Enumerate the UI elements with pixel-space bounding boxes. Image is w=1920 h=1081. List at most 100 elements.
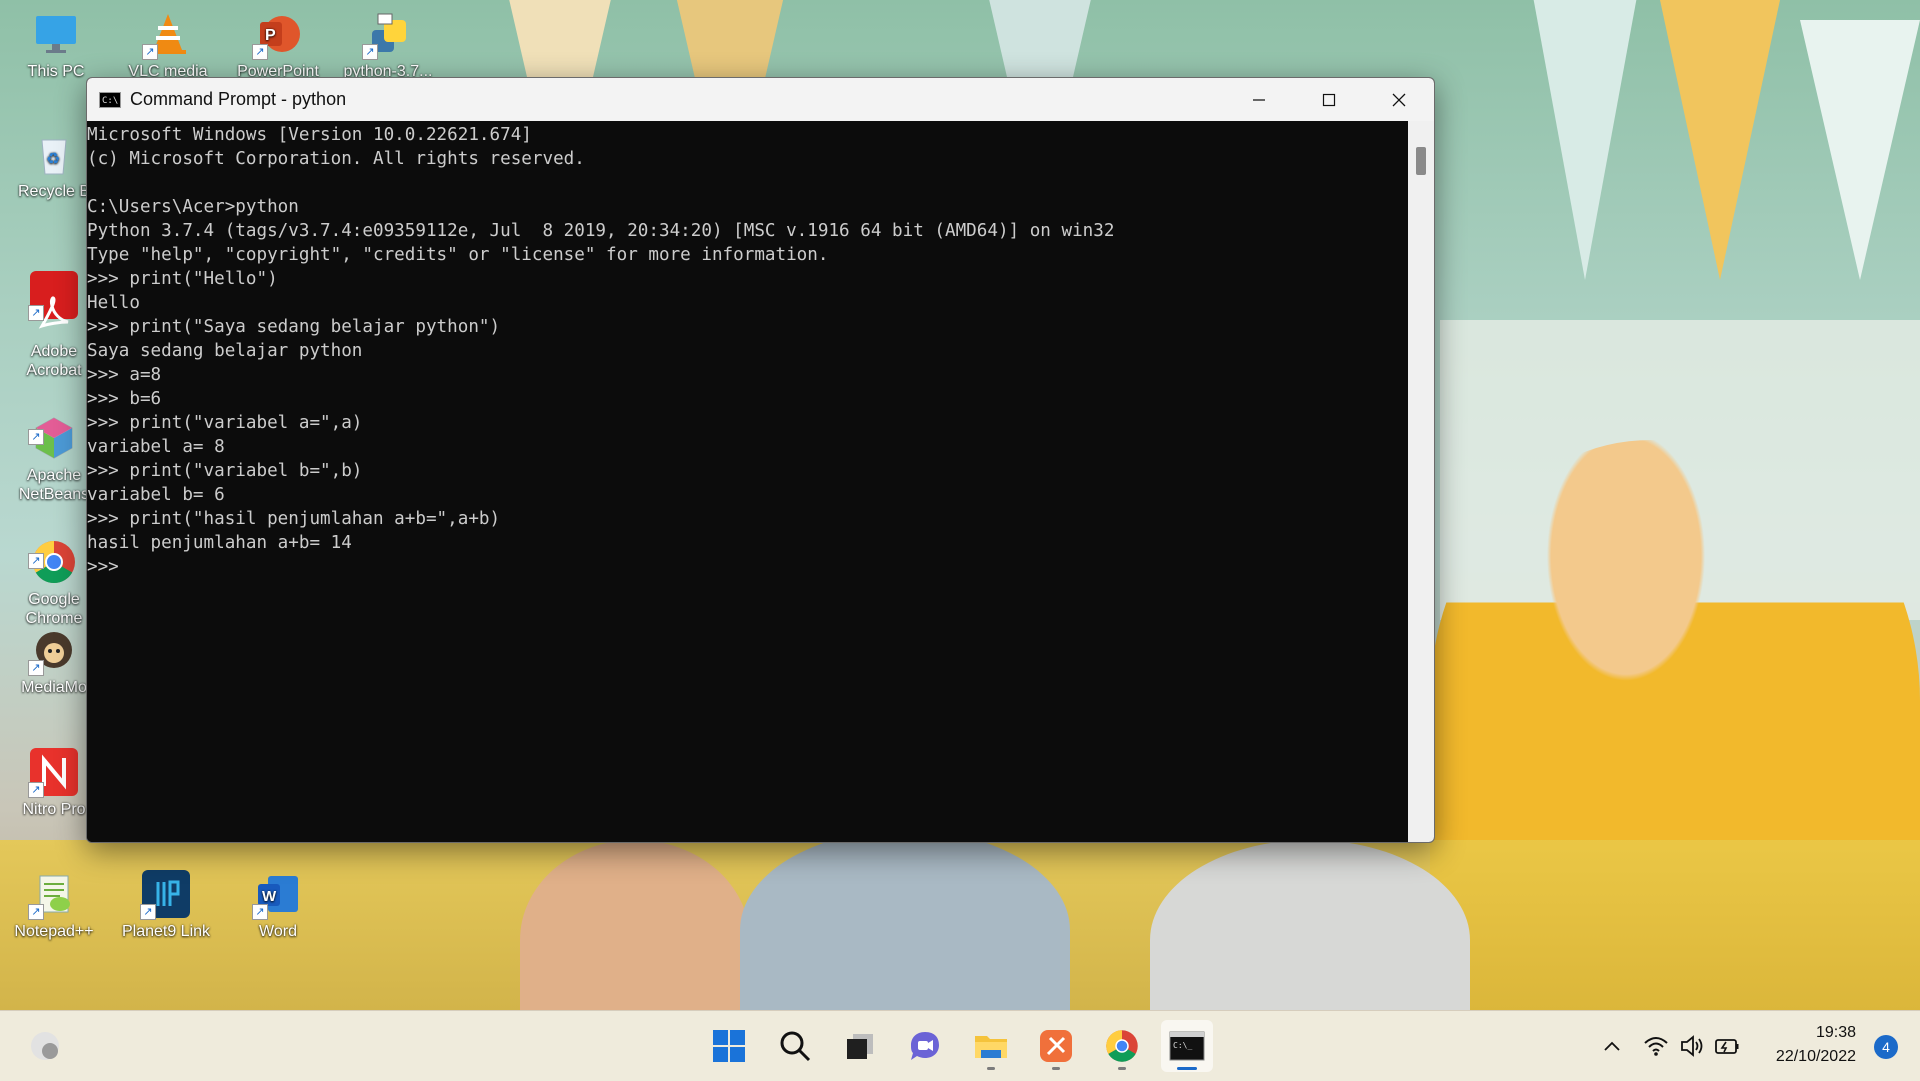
active-indicator — [1177, 1067, 1197, 1070]
terminal-button[interactable]: C:\_ — [1161, 1020, 1213, 1072]
console-prompt[interactable]: >>> — [87, 555, 1408, 579]
mediamonkey-icon: ↗ — [28, 626, 78, 676]
console-line: Hello — [87, 293, 140, 313]
shortcut-arrow-icon: ↗ — [252, 904, 268, 920]
python-installer-icon: ↗ — [362, 10, 412, 60]
console-line: >>> print("variabel a=",a) — [87, 413, 363, 433]
widgets-button[interactable] — [28, 1029, 62, 1067]
shortcut-arrow-icon: ↗ — [140, 904, 156, 920]
minimize-button[interactable] — [1224, 78, 1294, 121]
desktop-icon-label: Adobe Acrobat — [26, 343, 82, 379]
file-explorer-button[interactable] — [965, 1020, 1017, 1072]
maximize-icon — [1322, 93, 1336, 106]
show-hidden-icons-button[interactable] — [1601, 1035, 1623, 1061]
close-button[interactable] — [1364, 78, 1434, 121]
console-output[interactable]: Microsoft Windows [Version 10.0.22621.67… — [87, 121, 1408, 842]
window-titlebar[interactable]: C:\ Command Prompt - python — [87, 78, 1434, 121]
svg-text:C:\_: C:\_ — [1173, 1041, 1192, 1050]
clock-time: 19:38 — [1815, 1024, 1856, 1041]
word-icon: W ↗ — [252, 870, 302, 920]
shortcut-arrow-icon: ↗ — [28, 782, 44, 798]
search-button[interactable] — [769, 1020, 821, 1072]
volume-button[interactable] — [1679, 1033, 1705, 1063]
maximize-button[interactable] — [1294, 78, 1364, 121]
scrollbar-thumb[interactable] — [1416, 147, 1426, 175]
desktop-icon-label: Apache NetBeans — [18, 467, 90, 503]
desktop-icon-vlc[interactable]: ↗ VLC media — [122, 10, 214, 81]
console-app-icon: C:\ — [99, 91, 121, 108]
clock-date: 22/10/2022 — [1775, 1048, 1856, 1065]
weather-icon — [31, 1032, 59, 1060]
desktop-icon-planet9-link[interactable]: ↗ Planet9 Link — [120, 870, 212, 941]
running-indicator — [1118, 1067, 1126, 1070]
desktop-icon-label: Nitro Pro — [22, 801, 86, 818]
wallpaper-pennant — [1530, 0, 1640, 280]
system-clock[interactable]: 19:38 22/10/2022 — [1776, 1021, 1856, 1069]
chrome-button[interactable] — [1096, 1020, 1148, 1072]
console-line: Saya sedang belajar python — [87, 341, 363, 361]
desktop-icon-label: MediaMo — [21, 679, 87, 696]
console-line — [87, 171, 1408, 195]
terminal-icon: C:\_ — [1169, 1031, 1205, 1061]
console-line: variabel b= 6 — [87, 485, 225, 505]
powerpoint-icon: P ↗ — [252, 10, 302, 60]
desktop-icon-word[interactable]: W ↗ Word — [232, 870, 324, 941]
console-line: >>> print("Hello") — [87, 269, 278, 289]
console-line: Python 3.7.4 (tags/v3.7.4:e09359112e, Ju… — [87, 221, 1115, 241]
taskbar: C:\_ 19:38 22/10/2022 4 — [0, 1010, 1920, 1081]
running-indicator — [987, 1067, 995, 1070]
svg-text:W: W — [262, 888, 277, 905]
task-view-button[interactable] — [834, 1020, 886, 1072]
wallpaper-pennant — [1660, 0, 1780, 280]
chevron-up-icon — [1604, 1041, 1620, 1051]
nitro-icon: ↗ — [28, 748, 78, 798]
desktop-icon-label: This PC — [27, 63, 85, 80]
chrome-icon — [1106, 1030, 1138, 1062]
desktop-icon-notepad-plus-plus[interactable]: ↗ Notepad++ — [8, 870, 100, 941]
chat-icon — [911, 1032, 939, 1060]
monitor-icon — [32, 10, 80, 58]
console-line: hasil penjumlahan a+b= 14 — [87, 533, 352, 553]
notification-badge[interactable]: 4 — [1874, 1035, 1898, 1059]
search-icon — [780, 1031, 811, 1062]
acrobat-icon: ↗ — [28, 271, 78, 329]
network-button[interactable] — [1643, 1033, 1669, 1063]
planet9-icon: ↗ — [140, 870, 190, 920]
console-line: >>> print("Saya sedang belajar python") — [87, 317, 501, 337]
battery-button[interactable] — [1714, 1033, 1740, 1063]
console-scrollbar[interactable] — [1408, 121, 1434, 842]
shortcut-arrow-icon: ↗ — [28, 660, 44, 676]
desktop-icon-label: Recycle B — [17, 183, 91, 200]
chat-button[interactable] — [899, 1020, 951, 1072]
battery-charging-icon — [1715, 1039, 1739, 1054]
console-line: >>> a=8 — [87, 365, 162, 385]
snip-app-button[interactable] — [1030, 1020, 1082, 1072]
recycle-bin-icon: ♻ — [30, 130, 78, 178]
console-line: >>> b=6 — [87, 389, 162, 409]
desktop-icon-powerpoint[interactable]: P ↗ PowerPoint — [232, 10, 324, 81]
command-prompt-window[interactable]: C:\ Command Prompt - python Microsoft Wi… — [86, 77, 1435, 843]
shortcut-arrow-icon: ↗ — [252, 44, 268, 60]
svg-text:♻: ♻ — [46, 151, 60, 168]
console-line: Microsoft Windows [Version 10.0.22621.67… — [87, 125, 532, 145]
console-line: >>> print("hasil penjumlahan a+b=",a+b) — [87, 509, 501, 529]
shortcut-arrow-icon: ↗ — [28, 429, 44, 445]
snip-icon — [1040, 1030, 1072, 1062]
close-icon — [1392, 93, 1406, 106]
console-line: C:\Users\Acer>python — [87, 197, 299, 217]
svg-text:P: P — [265, 27, 276, 44]
notepad-plus-plus-icon: ↗ — [28, 870, 78, 920]
console-line: variabel a= 8 — [87, 437, 225, 457]
shortcut-arrow-icon: ↗ — [28, 553, 44, 569]
netbeans-cube-icon: ↗ — [28, 395, 78, 459]
shortcut-arrow-icon: ↗ — [142, 44, 158, 60]
desktop-icon-this-pc[interactable]: This PC — [10, 10, 102, 81]
wifi-icon — [1644, 1037, 1668, 1056]
shortcut-arrow-icon: ↗ — [362, 44, 378, 60]
desktop-icon-label: Planet9 Link — [121, 923, 211, 940]
task-view-icon — [847, 1034, 873, 1059]
start-button[interactable] — [703, 1020, 755, 1072]
desktop-icon-python-installer[interactable]: ↗ python-3.7... — [342, 10, 434, 81]
folder-icon — [975, 1036, 1007, 1058]
console-line: Type "help", "copyright", "credits" or "… — [87, 245, 829, 265]
